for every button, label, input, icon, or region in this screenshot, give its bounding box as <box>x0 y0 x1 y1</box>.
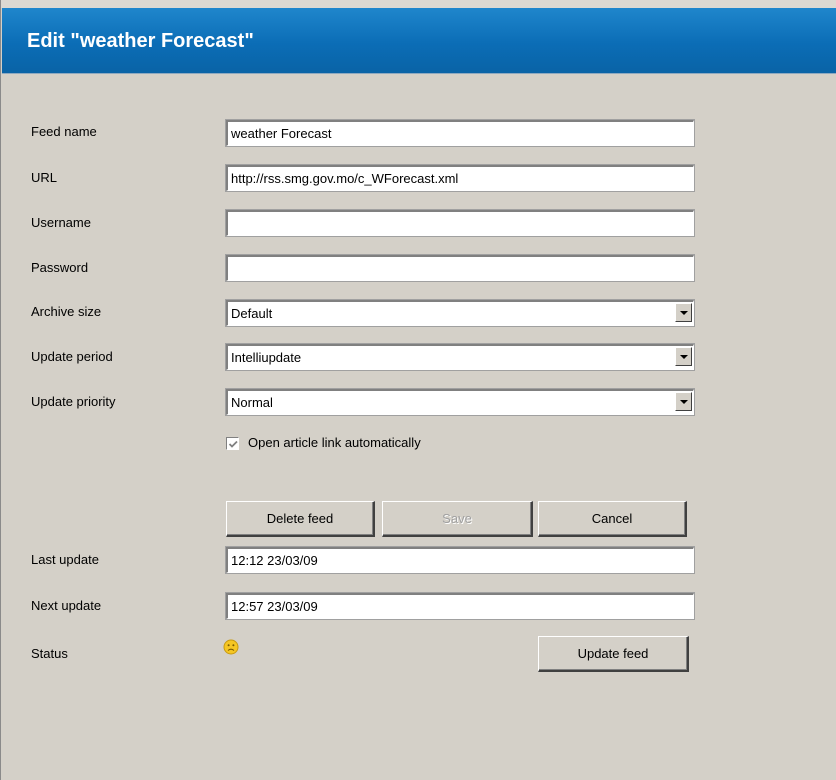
feed-name-label: Feed name <box>31 124 97 139</box>
username-field[interactable] <box>225 209 695 237</box>
dialog-title: Edit "weather Forecast" <box>27 30 254 52</box>
password-field[interactable] <box>225 254 695 282</box>
open-article-label: Open article link automatically <box>248 435 421 450</box>
next-update-field[interactable]: 12:57 23/03/09 <box>225 592 695 620</box>
top-strip <box>1 0 836 8</box>
chevron-down-icon[interactable] <box>675 347 692 366</box>
sad-face-icon <box>223 639 239 655</box>
username-label: Username <box>31 215 91 230</box>
next-update-label: Next update <box>31 598 102 613</box>
url-label: URL <box>31 170 58 185</box>
archive-size-label: Archive size <box>31 304 102 319</box>
delete-feed-button[interactable]: Delete feed <box>226 501 375 537</box>
update-feed-button[interactable]: Update feed <box>538 636 689 672</box>
edit-feed-dialog: Edit "weather Forecast" Feed name weathe… <box>0 0 836 780</box>
chevron-down-icon[interactable] <box>675 303 692 322</box>
last-update-label: Last update <box>31 552 99 567</box>
feed-name-field[interactable]: weather Forecast <box>225 119 695 147</box>
update-period-value: Intelliupdate <box>231 350 302 365</box>
checkmark-icon <box>228 440 238 448</box>
open-article-checkbox[interactable] <box>225 436 240 451</box>
archive-size-select[interactable]: Default <box>225 299 695 327</box>
url-field[interactable]: http://rss.smg.gov.mo/c_WForecast.xml <box>225 164 695 192</box>
cancel-button[interactable]: Cancel <box>538 501 687 537</box>
update-priority-value: Normal <box>231 395 273 410</box>
password-label: Password <box>31 260 89 275</box>
dialog-header: Edit "weather Forecast" <box>2 8 836 74</box>
update-priority-label: Update priority <box>31 394 116 409</box>
status-label: Status <box>31 646 68 661</box>
save-button[interactable]: Save <box>382 501 533 537</box>
last-update-field[interactable]: 12:12 23/03/09 <box>225 546 695 574</box>
update-period-select[interactable]: Intelliupdate <box>225 343 695 371</box>
chevron-down-icon[interactable] <box>675 392 692 411</box>
update-priority-select[interactable]: Normal <box>225 388 695 416</box>
archive-size-value: Default <box>231 306 273 321</box>
update-period-label: Update period <box>31 349 113 364</box>
